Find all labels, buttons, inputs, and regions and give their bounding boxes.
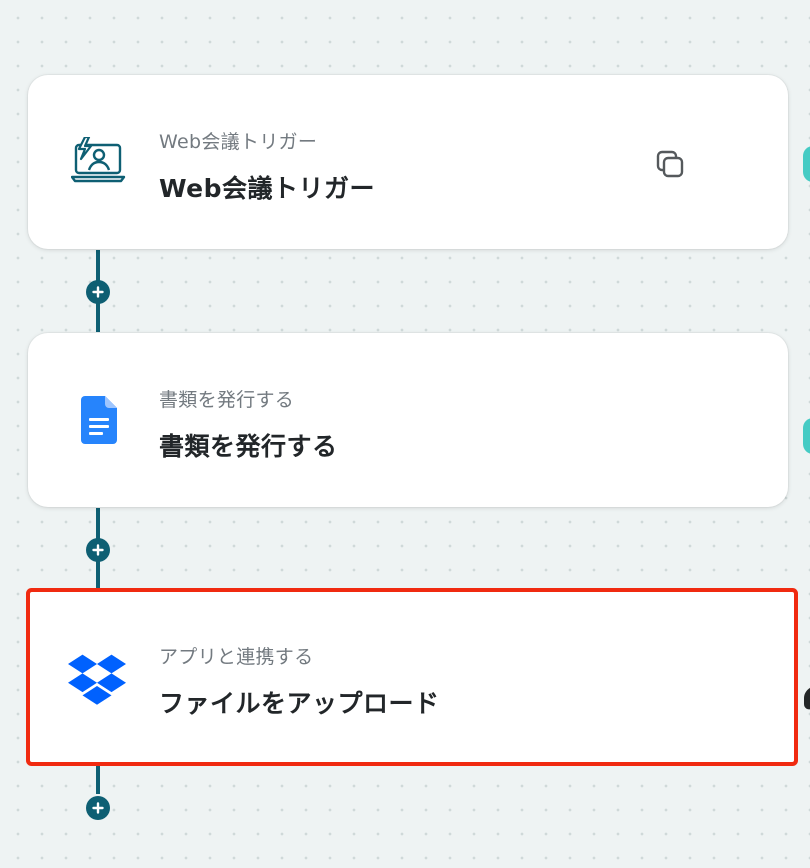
dropbox-icon xyxy=(68,650,126,708)
copy-icon xyxy=(656,150,684,178)
plus-icon xyxy=(92,544,104,556)
flow-step-card-web-meeting-trigger[interactable]: Web会議トリガー Web会議トリガー xyxy=(28,75,788,249)
add-step-button[interactable] xyxy=(86,538,110,562)
plus-icon xyxy=(92,802,104,814)
step-action-title: ファイルをアップロード xyxy=(159,689,440,718)
video-meeting-trigger-icon xyxy=(70,133,128,191)
add-step-button[interactable] xyxy=(86,280,110,304)
step-app-label: アプリと連携する xyxy=(159,646,314,668)
add-step-button[interactable] xyxy=(86,796,110,820)
google-docs-icon xyxy=(70,391,128,449)
step-action-title: 書類を発行する xyxy=(159,432,338,461)
edge-handle xyxy=(804,686,810,712)
flow-step-card-issue-document[interactable]: 書類を発行する 書類を発行する xyxy=(28,333,788,507)
plus-icon xyxy=(92,286,104,298)
step-app-label: Web会議トリガー xyxy=(159,131,318,153)
teal-status-indicator[interactable] xyxy=(803,418,810,454)
step-app-label: 書類を発行する xyxy=(159,389,295,411)
step-action-title: Web会議トリガー xyxy=(159,174,376,203)
flow-step-card-upload-file[interactable]: アプリと連携する ファイルをアップロード xyxy=(30,592,794,762)
flow-connector-line xyxy=(96,764,100,794)
teal-status-indicator[interactable] xyxy=(803,146,810,182)
copy-step-button[interactable] xyxy=(654,149,686,181)
